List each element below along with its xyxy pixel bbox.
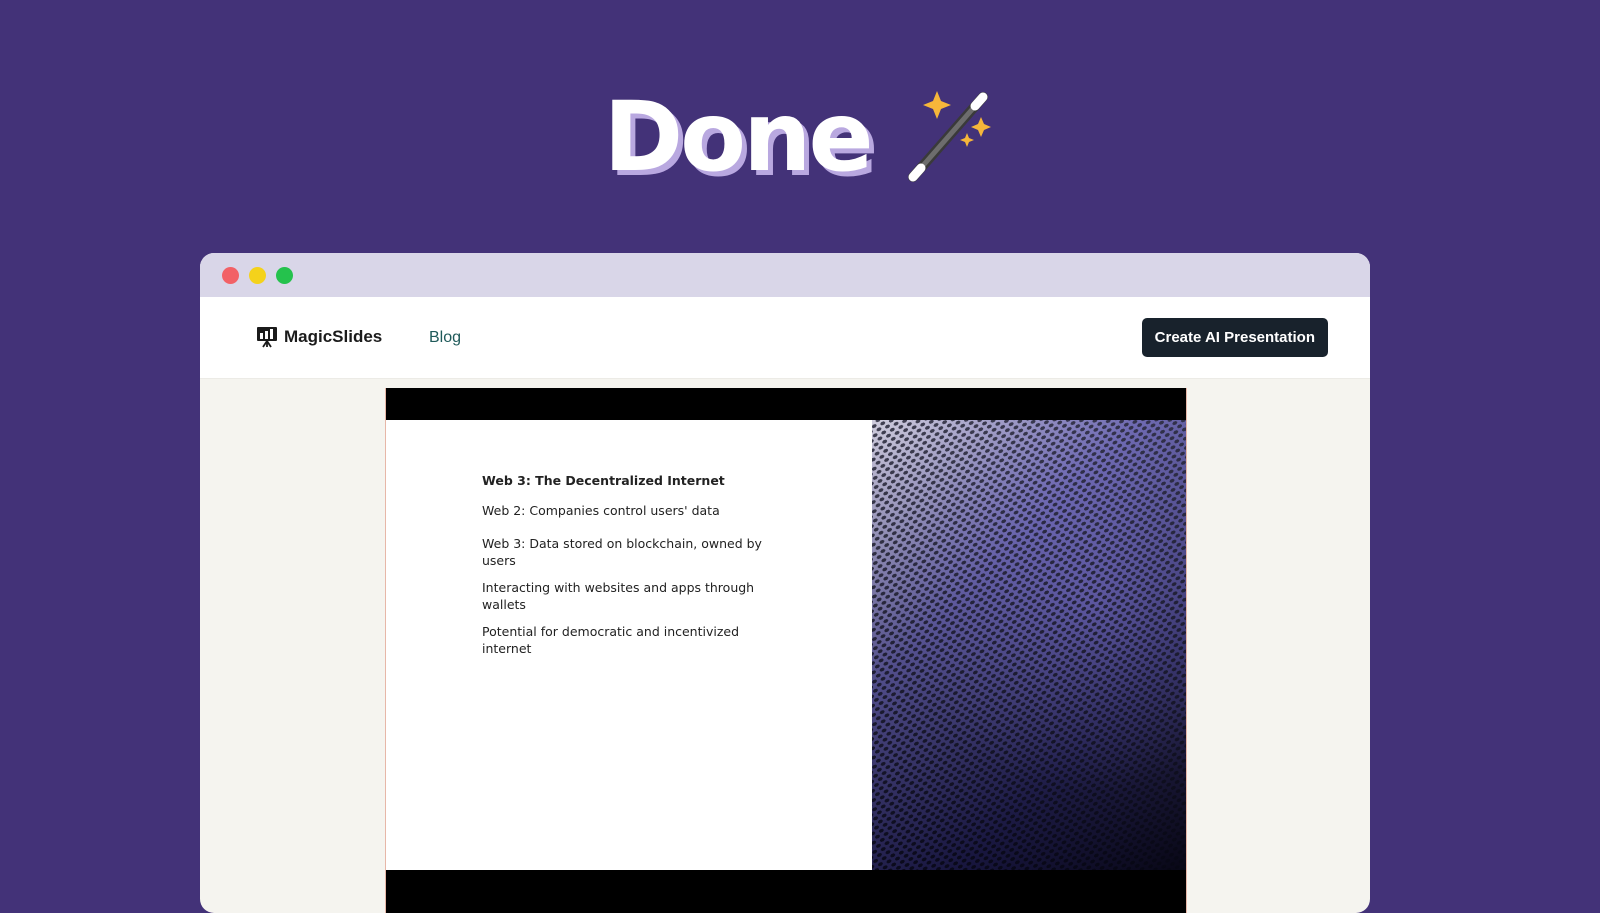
browser-window: MagicSlides Blog Create AI Presentation … bbox=[200, 253, 1370, 913]
presentation-board-icon bbox=[257, 327, 277, 348]
maximize-window-icon[interactable] bbox=[276, 266, 293, 284]
slide-text-panel: Web 3: The Decentralized Internet Web 2:… bbox=[386, 420, 872, 870]
slide-viewer: Web 3: The Decentralized Internet Web 2:… bbox=[385, 388, 1187, 913]
slide-bullet: Interacting with websites and apps throu… bbox=[482, 580, 755, 612]
slide-title: Web 3: The Decentralized Internet bbox=[482, 473, 725, 488]
metal-mesh-image bbox=[872, 420, 1186, 870]
magic-wand-icon bbox=[907, 91, 991, 182]
slide-bullet: Web 3: Data stored on blockchain, owned … bbox=[482, 536, 762, 568]
close-window-icon[interactable] bbox=[222, 266, 239, 284]
site-navbar: MagicSlides Blog Create AI Presentation bbox=[200, 297, 1370, 379]
slide: Web 3: The Decentralized Internet Web 2:… bbox=[386, 420, 1186, 870]
hero-heading: Done bbox=[0, 82, 1600, 192]
brand-name: MagicSlides bbox=[284, 327, 383, 346]
blog-link[interactable]: Blog bbox=[429, 329, 461, 347]
create-ai-presentation-button[interactable]: Create AI Presentation bbox=[1141, 318, 1328, 357]
window-titlebar bbox=[200, 253, 1370, 297]
brand-logo[interactable]: MagicSlides bbox=[256, 326, 382, 348]
slide-bullet: Web 2: Companies control users' data bbox=[482, 503, 720, 518]
slide-bullet: Potential for democratic and incentivize… bbox=[482, 624, 740, 656]
minimize-window-icon[interactable] bbox=[249, 266, 266, 284]
hero-title: Done bbox=[603, 81, 873, 193]
